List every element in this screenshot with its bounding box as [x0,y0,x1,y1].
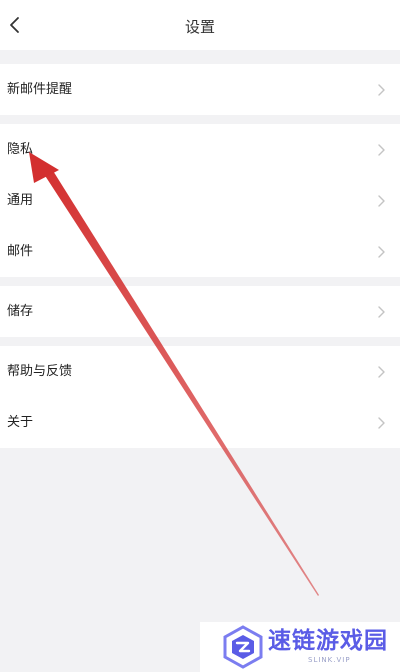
settings-item-general[interactable]: 通用 [0,175,400,226]
settings-item-label: 隐私 [7,142,34,157]
settings-item-label: 帮助与反馈 [7,364,73,379]
watermark-brand-text: 速链游戏园 [268,628,388,654]
chevron-left-icon [10,17,19,33]
chevron-right-icon [378,306,385,318]
nav-bar: 设置 [0,0,400,50]
settings-item-help-feedback[interactable]: 帮助与反馈 [0,346,400,397]
settings-item-new-mail-alert[interactable]: 新邮件提醒 [0,64,400,115]
chevron-right-icon [378,246,385,258]
chevron-right-icon [378,366,385,378]
settings-group-storage: 储存 [0,286,400,337]
settings-item-label: 邮件 [7,244,34,259]
settings-item-about[interactable]: 关于 [0,397,400,448]
settings-item-label: 储存 [7,304,34,319]
settings-screen: 设置 新邮件提醒 隐私 通用 邮件 储存 帮助与反馈 关于 速链游戏园 SLIN… [0,0,400,672]
settings-group-notifications: 新邮件提醒 [0,64,400,115]
chevron-right-icon [378,84,385,96]
settings-item-privacy[interactable]: 隐私 [0,124,400,175]
chevron-right-icon [378,144,385,156]
back-button[interactable] [4,10,34,40]
page-title: 设置 [184,18,215,36]
watermark-url-text: SLINK.VIP [308,656,351,664]
settings-item-label: 通用 [7,193,34,208]
settings-group-general: 隐私 通用 邮件 [0,124,400,277]
watermark: 速链游戏园 SLINK.VIP [200,622,400,672]
chevron-right-icon [378,417,385,429]
settings-item-label: 新邮件提醒 [7,82,73,97]
chevron-right-icon [378,195,385,207]
brand-logo-icon [223,625,263,669]
settings-item-storage[interactable]: 储存 [0,286,400,337]
settings-item-mail[interactable]: 邮件 [0,226,400,277]
settings-group-support: 帮助与反馈 关于 [0,346,400,448]
settings-item-label: 关于 [7,415,34,430]
